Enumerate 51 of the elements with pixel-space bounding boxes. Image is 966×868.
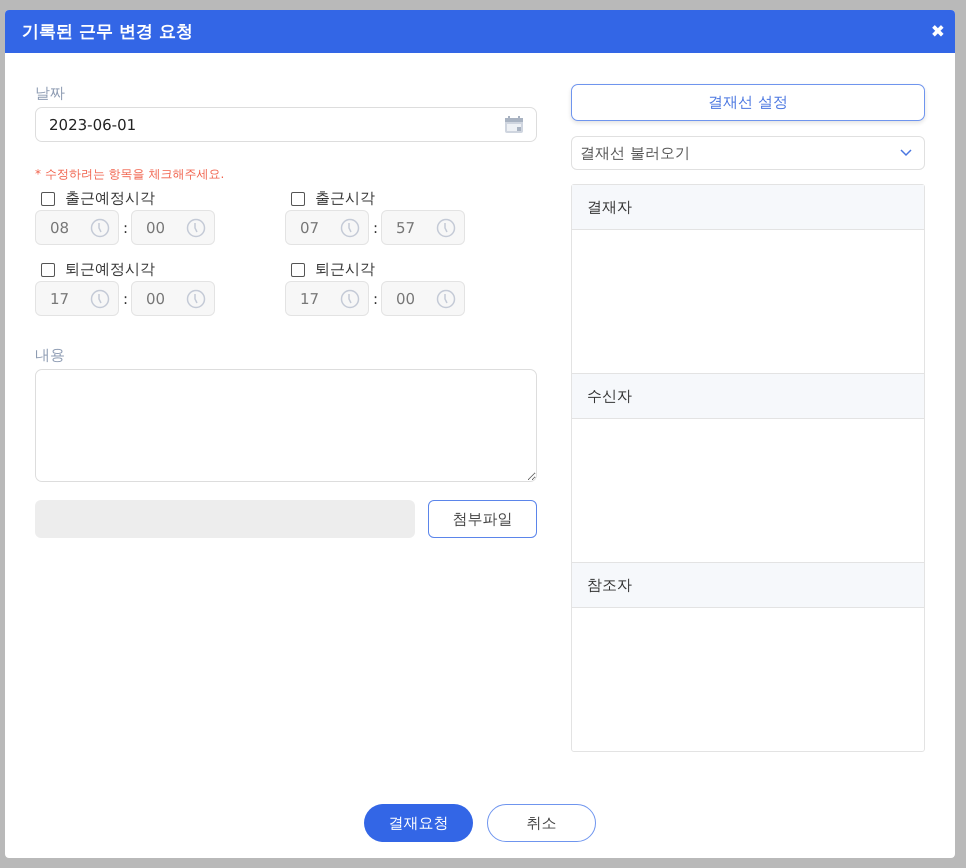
clock-icon	[186, 218, 206, 238]
hour-field[interactable]: 17	[285, 281, 369, 316]
time-value: 08	[50, 218, 70, 236]
field-label: 날짜	[35, 84, 66, 103]
approval-line-setup-button[interactable]: 결재선 설정	[571, 84, 925, 121]
request-approval-button[interactable]: 결재요청	[364, 804, 473, 842]
cancel-button[interactable]: 취소	[487, 804, 596, 842]
time-value: 07	[300, 218, 320, 236]
section-header: 참조자	[572, 563, 924, 608]
checkbox-label: 출근예정시각	[65, 189, 155, 208]
time-value: 00	[146, 218, 166, 236]
date-field[interactable]: 2023-06-01	[35, 107, 537, 142]
approval-line-dropdown[interactable]: 결재선 불러오기	[571, 136, 925, 170]
hour-field[interactable]: 08	[35, 210, 119, 245]
time-value: 17	[300, 290, 320, 308]
time-value: 17	[50, 290, 70, 308]
clock-icon	[90, 218, 110, 238]
notice-text: * 수정하려는 항목을 체크해주세요.	[35, 166, 226, 183]
attach-file-button[interactable]: 첨부파일	[428, 500, 537, 538]
clock-icon	[436, 218, 456, 238]
time-separator: :	[123, 218, 127, 236]
checkbox-label: 출근시각	[315, 189, 375, 208]
minute-field[interactable]: 00	[381, 281, 465, 316]
clock-icon	[436, 288, 456, 308]
chevron-down-icon	[900, 149, 912, 157]
time-separator: :	[123, 290, 127, 308]
checkbox[interactable]	[291, 192, 305, 206]
minute-field[interactable]: 57	[381, 210, 465, 245]
time-value: 57	[396, 218, 416, 236]
clock-icon	[186, 288, 206, 308]
field-label: 내용	[35, 346, 66, 365]
hour-field[interactable]: 17	[35, 281, 119, 316]
checkbox[interactable]	[291, 262, 305, 276]
minute-field[interactable]: 00	[131, 281, 215, 316]
clock-icon	[340, 218, 360, 238]
window-title: 기록된 근무 변경 요청	[22, 21, 193, 43]
time-value: 00	[146, 290, 166, 308]
checkbox-label: 퇴근시각	[315, 260, 375, 279]
clock-icon	[340, 288, 360, 308]
clock-icon	[90, 288, 110, 308]
minute-field[interactable]: 00	[131, 210, 215, 245]
time-separator: :	[373, 218, 377, 236]
time-separator: :	[373, 290, 377, 308]
checkbox[interactable]	[41, 192, 55, 206]
close-button[interactable]: ✖	[930, 22, 945, 42]
checkbox-label: 퇴근예정시각	[65, 260, 155, 279]
checkbox[interactable]	[41, 262, 55, 276]
hour-field[interactable]: 07	[285, 210, 369, 245]
section-header: 수신자	[572, 374, 924, 419]
time-value: 00	[396, 290, 416, 308]
section-header: 결재자	[572, 185, 924, 230]
